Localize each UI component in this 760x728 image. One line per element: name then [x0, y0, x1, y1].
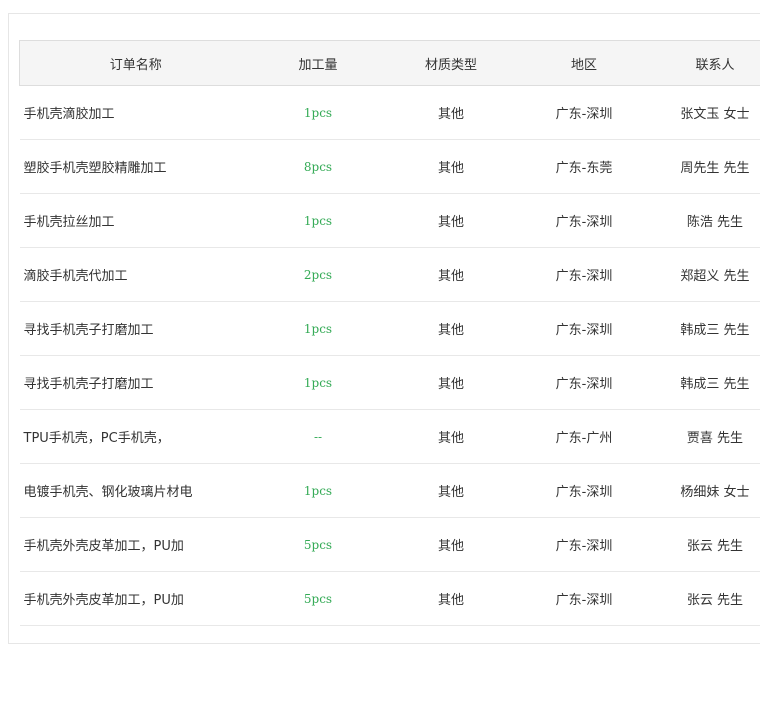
order-name-cell[interactable]: 手机壳外壳皮革加工，PU加 [19, 571, 252, 626]
table-row[interactable]: 寻找手机壳子打磨加工 1pcs 其他 广东-深圳 韩成三 先生 [19, 355, 760, 410]
region-cell: 广东-深圳 [517, 193, 651, 248]
contact-cell: 陈浩 先生 [650, 193, 760, 248]
region-cell: 广东-深圳 [517, 301, 651, 356]
contact-cell: 郑超义 先生 [650, 247, 760, 302]
contact-cell: 韩成三 先生 [650, 301, 760, 356]
material-cell: 其他 [384, 247, 518, 302]
region-cell: 广东-深圳 [517, 571, 651, 626]
order-name-cell[interactable]: 滴胶手机壳代加工 [19, 247, 252, 302]
material-cell: 其他 [384, 409, 518, 464]
header-region: 地区 [517, 40, 651, 86]
quantity-cell: 5pcs [251, 571, 385, 626]
table-row[interactable]: 电镀手机壳、钢化玻璃片材电 1pcs 其他 广东-深圳 杨细妹 女士 [19, 463, 760, 518]
order-name-cell[interactable]: 寻找手机壳子打磨加工 [19, 301, 252, 356]
quantity-cell: 1pcs [251, 193, 385, 248]
material-cell: 其他 [384, 517, 518, 572]
material-cell: 其他 [384, 571, 518, 626]
quantity-cell: 2pcs [251, 247, 385, 302]
header-row: 订单名称 加工量 材质类型 地区 联系人 [19, 40, 760, 86]
material-cell: 其他 [384, 301, 518, 356]
order-name-cell[interactable]: 手机壳拉丝加工 [19, 193, 252, 248]
header-quantity: 加工量 [251, 40, 385, 86]
quantity-cell: 1pcs [251, 355, 385, 410]
quantity-cell: 1pcs [251, 301, 385, 356]
order-name-cell[interactable]: 手机壳外壳皮革加工，PU加 [19, 517, 252, 572]
table-row[interactable]: 手机壳滴胶加工 1pcs 其他 广东-深圳 张文玉 女士 [19, 85, 760, 140]
quantity-cell: -- [251, 409, 385, 464]
table-row[interactable]: TPU手机壳，PC手机壳， -- 其他 广东-广州 贾喜 先生 [19, 409, 760, 464]
table-row[interactable]: 手机壳拉丝加工 1pcs 其他 广东-深圳 陈浩 先生 [19, 193, 760, 248]
contact-cell: 周先生 先生 [650, 139, 760, 194]
material-cell: 其他 [384, 355, 518, 410]
header-material-type: 材质类型 [384, 40, 518, 86]
material-cell: 其他 [384, 85, 518, 140]
header-order-name: 订单名称 [19, 40, 252, 86]
order-name-cell[interactable]: TPU手机壳，PC手机壳， [19, 409, 252, 464]
order-name-cell[interactable]: 电镀手机壳、钢化玻璃片材电 [19, 463, 252, 518]
region-cell: 广东-深圳 [517, 247, 651, 302]
table-row[interactable]: 手机壳外壳皮革加工，PU加 5pcs 其他 广东-深圳 张云 先生 [19, 571, 760, 626]
material-cell: 其他 [384, 139, 518, 194]
region-cell: 广东-深圳 [517, 517, 651, 572]
quantity-cell: 5pcs [251, 517, 385, 572]
region-cell: 广东-广州 [517, 409, 651, 464]
contact-cell: 韩成三 先生 [650, 355, 760, 410]
quantity-cell: 1pcs [251, 463, 385, 518]
contact-cell: 杨细妹 女士 [650, 463, 760, 518]
order-name-cell[interactable]: 手机壳滴胶加工 [19, 85, 252, 140]
contact-cell: 张云 先生 [650, 571, 760, 626]
quantity-cell: 1pcs [251, 85, 385, 140]
table-row[interactable]: 塑胶手机壳塑胶精雕加工 8pcs 其他 广东-东莞 周先生 先生 [19, 139, 760, 194]
contact-cell: 张云 先生 [650, 517, 760, 572]
orders-table: 订单名称 加工量 材质类型 地区 联系人 手机壳滴胶加工 1pcs 其他 广东-深圳张… [19, 40, 760, 626]
quantity-cell: 8pcs [251, 139, 385, 194]
table-body: 手机壳滴胶加工 1pcs 其他 广东-深圳 张文玉 女士 塑胶手机壳塑胶精雕加工 8pcs 其… [19, 85, 760, 626]
region-cell: 广东-东莞 [517, 139, 651, 194]
region-cell: 广东-深圳 [517, 355, 651, 410]
contact-cell: 贾喜 先生 [650, 409, 760, 464]
contact-cell: 张文玉 女士 [650, 85, 760, 140]
material-cell: 其他 [384, 193, 518, 248]
region-cell: 广东-深圳 [517, 463, 651, 518]
table-row[interactable]: 手机壳外壳皮革加工，PU加 5pcs 其他 广东-深圳 张云 先生 [19, 517, 760, 572]
table-header: 订单名称 加工量 材质类型 地区 联系人 [19, 40, 760, 86]
order-name-cell[interactable]: 塑胶手机壳塑胶精雕加工 [19, 139, 252, 194]
table-row[interactable]: 寻找手机壳子打磨加工 1pcs 其他 广东-深圳 韩成三 先生 [19, 301, 760, 356]
region-cell: 广东-深圳 [517, 85, 651, 140]
header-contact: 联系人 [650, 40, 760, 86]
material-cell: 其他 [384, 463, 518, 518]
table-row[interactable]: 滴胶手机壳代加工 2pcs 其他 广东-深圳 郑超义 先生 [19, 247, 760, 302]
order-name-cell[interactable]: 寻找手机壳子打磨加工 [19, 355, 252, 410]
